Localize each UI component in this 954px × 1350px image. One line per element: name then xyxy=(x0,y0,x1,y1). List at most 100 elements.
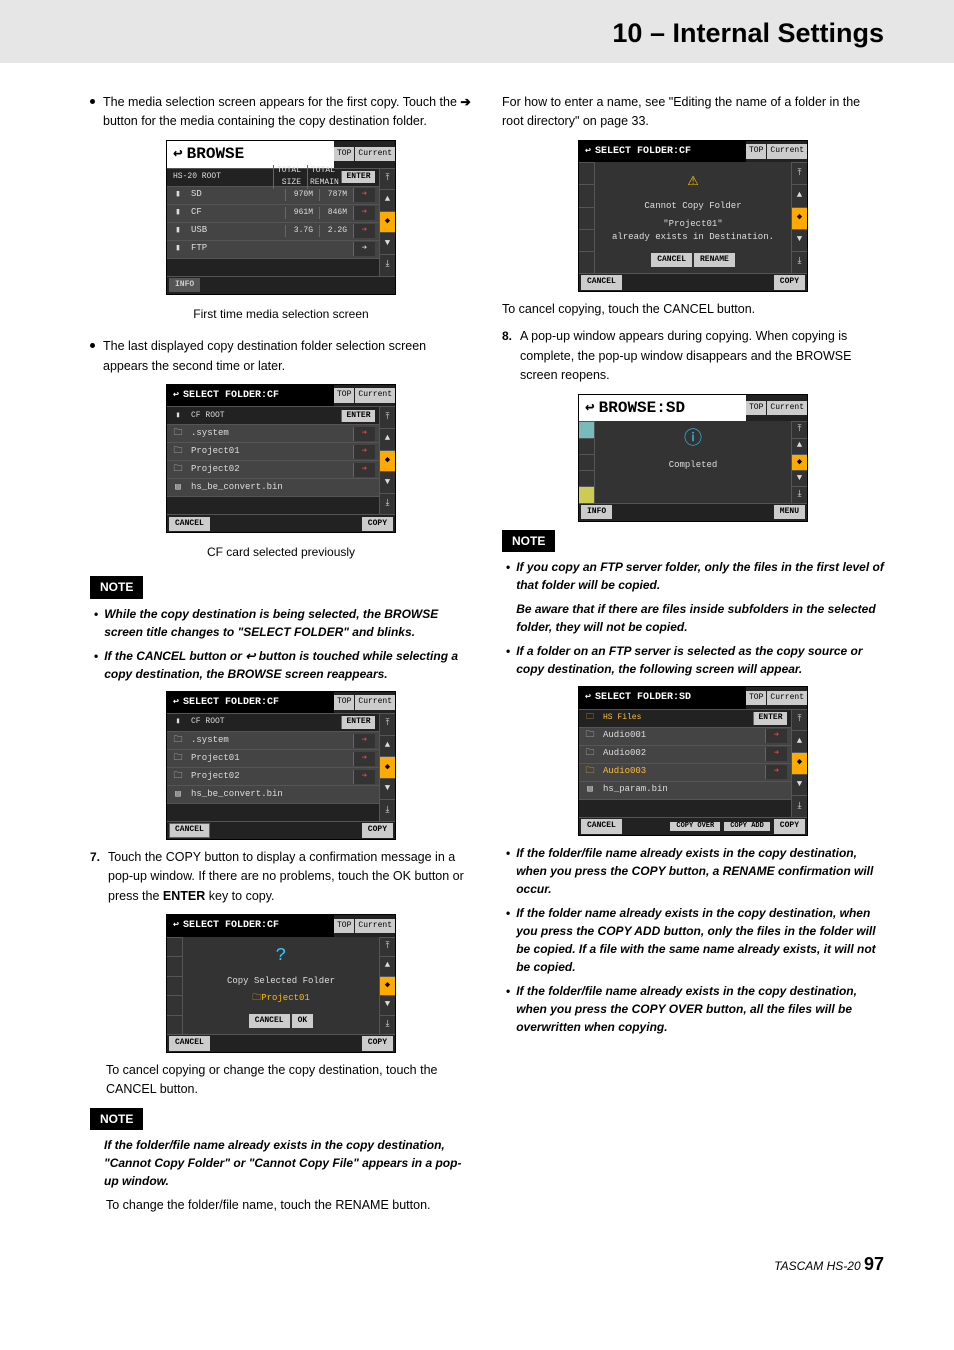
cancel-button[interactable]: CANCEL xyxy=(169,517,210,531)
list-item[interactable]: 🗀.system➔ xyxy=(167,731,379,749)
enter-button[interactable]: ENTER xyxy=(341,716,375,728)
list-item[interactable]: 🗀Project02➔ xyxy=(167,767,379,785)
cancel-button[interactable]: CANCEL xyxy=(169,823,210,837)
screenshot-browse-sd: ↩BROWSE:SD TOP Current ⓘ Completed ⤒▲◆▼⤓… xyxy=(578,394,808,522)
info-icon: ⓘ xyxy=(684,427,702,455)
top-tab[interactable]: TOP xyxy=(334,388,354,402)
back-arrow-icon: ↩ xyxy=(245,649,255,663)
current-tab[interactable]: Current xyxy=(767,691,807,705)
list-header: 🗀HS FilesENTER xyxy=(579,709,791,727)
list-item-selected[interactable]: 🗀Audio003➔ xyxy=(579,763,791,781)
list-item[interactable]: 🗀Project01➔ xyxy=(167,749,379,767)
ok-button[interactable]: OK xyxy=(292,1014,314,1028)
scroll-thumb: ◆ xyxy=(380,211,395,233)
scrollbar[interactable]: ⤒▲◆▼⤓ xyxy=(379,168,395,276)
top-tab[interactable]: TOP xyxy=(334,695,354,709)
list-item[interactable]: ▤hs_param.bin xyxy=(579,781,791,799)
folder-icon: 🗀 xyxy=(171,427,185,441)
list-item[interactable]: ▮CF961M846M➔ xyxy=(167,204,379,222)
top-tab[interactable]: TOP xyxy=(334,919,354,933)
top-tab[interactable]: TOP xyxy=(746,401,766,415)
note-label: NOTE xyxy=(90,576,143,599)
current-tab[interactable]: Current xyxy=(767,144,807,158)
current-tab[interactable]: Current xyxy=(355,147,395,161)
body-text: To cancel copying, touch the CANCEL butt… xyxy=(502,300,884,319)
info-button[interactable]: INFO xyxy=(581,505,612,519)
list-item[interactable]: 🗀Audio002➔ xyxy=(579,745,791,763)
popup: ⓘ Completed xyxy=(595,421,791,502)
scrollbar[interactable]: ⤒▲◆▼⤓ xyxy=(791,162,807,273)
info-button[interactable]: INFO xyxy=(169,278,200,292)
copy-button[interactable]: COPY xyxy=(362,823,393,837)
note-item: • If you copy an FTP server folder, only… xyxy=(506,558,884,636)
scrollbar[interactable]: ⤒▲◆▼⤓ xyxy=(379,937,395,1034)
screen-title: ↩BROWSE:SD xyxy=(579,395,746,422)
scrollbar[interactable]: ⤒▲◆▼⤓ xyxy=(791,421,807,502)
back-arrow-icon: ↩ xyxy=(173,388,179,404)
enter-button[interactable]: ENTER xyxy=(753,712,787,724)
copy-button[interactable]: COPY xyxy=(774,819,805,833)
body-text: Touch the COPY button to display a confi… xyxy=(108,848,472,906)
body-text: For how to enter a name, see "Editing th… xyxy=(502,93,884,132)
body-text: To cancel copying or change the copy des… xyxy=(90,1061,472,1100)
top-tab[interactable]: TOP xyxy=(746,691,766,705)
list-item[interactable]: 🗀.system➔ xyxy=(167,424,379,442)
screen-title: ↩SELECT FOLDER:SD xyxy=(579,687,746,709)
list-item[interactable]: 🗀Project01➔ xyxy=(167,442,379,460)
screenshot-select-cf-cancel: ↩SELECT FOLDER:CF TOP Current ▮CF ROOTEN… xyxy=(166,691,396,841)
cf-icon: ▮ xyxy=(171,410,185,422)
note-item: •If the folder/file name already exists … xyxy=(506,844,884,898)
copy-button[interactable]: COPY xyxy=(362,1036,393,1050)
folder-icon: 🗀 xyxy=(583,712,597,724)
top-tab[interactable]: TOP xyxy=(746,144,766,158)
enter-arrow-icon[interactable]: ➔ xyxy=(353,224,375,238)
list-item[interactable]: ▮FTP➔ xyxy=(167,240,379,258)
ftp-icon: ▮ xyxy=(171,242,185,256)
screen-title: ↩SELECT FOLDER:CF xyxy=(167,692,334,714)
list-item[interactable]: ▤hs_be_convert.bin xyxy=(167,478,379,496)
enter-button[interactable]: ENTER xyxy=(341,410,375,422)
copy-over-button[interactable]: COPY OVER xyxy=(670,822,720,831)
side-list xyxy=(167,937,183,1034)
note-item: •If the folder name already exists in th… xyxy=(506,904,884,976)
page-footer: TASCAM HS-20 97 xyxy=(0,1224,954,1275)
list-item[interactable]: ▤hs_be_convert.bin xyxy=(167,785,379,803)
page-number: 97 xyxy=(864,1254,884,1274)
cancel-button[interactable]: CANCEL xyxy=(651,253,692,267)
right-column: For how to enter a name, see "Editing th… xyxy=(502,93,884,1224)
current-tab[interactable]: Current xyxy=(355,695,395,709)
current-tab[interactable]: Current xyxy=(355,919,395,933)
usb-icon: ▮ xyxy=(171,224,185,238)
copy-add-button[interactable]: COPY ADD xyxy=(724,822,770,831)
current-tab[interactable]: Current xyxy=(355,388,395,402)
enter-arrow-icon[interactable]: ➔ xyxy=(353,206,375,220)
list-item[interactable]: ▮SD970M787M➔ xyxy=(167,186,379,204)
scroll-bottom-icon: ⤓ xyxy=(380,254,395,276)
scrollbar[interactable]: ⤒▲◆▼⤓ xyxy=(379,713,395,821)
cancel-button[interactable]: CANCEL xyxy=(249,1014,290,1028)
top-tab[interactable]: TOP xyxy=(334,147,354,161)
cancel-button[interactable]: CANCEL xyxy=(581,275,622,289)
cancel-button[interactable]: CANCEL xyxy=(581,819,622,833)
bullet-icon xyxy=(90,99,95,104)
enter-button[interactable]: ENTER xyxy=(341,171,375,183)
cf-icon: ▮ xyxy=(171,716,185,728)
cancel-button[interactable]: CANCEL xyxy=(169,1036,210,1050)
list-item[interactable]: 🗀Audio001➔ xyxy=(579,727,791,745)
scrollbar[interactable]: ⤒▲◆▼⤓ xyxy=(379,406,395,514)
screen-title: ↩SELECT FOLDER:CF xyxy=(167,915,334,937)
back-arrow-icon: ↩ xyxy=(585,396,595,421)
enter-arrow-icon[interactable]: ➔ xyxy=(353,242,375,256)
rename-button[interactable]: RENAME xyxy=(694,253,735,267)
cf-icon: ▮ xyxy=(171,206,185,220)
list-item[interactable]: ▮USB3.7G2.2G➔ xyxy=(167,222,379,240)
menu-button[interactable]: MENU xyxy=(774,505,805,519)
current-tab[interactable]: Current xyxy=(767,401,807,415)
scrollbar[interactable]: ⤒▲◆▼⤓ xyxy=(791,709,807,817)
copy-button[interactable]: COPY xyxy=(362,517,393,531)
note-item: If the folder/file name already exists i… xyxy=(104,1136,472,1190)
copy-button[interactable]: COPY xyxy=(774,275,805,289)
list-item[interactable]: 🗀Project02➔ xyxy=(167,460,379,478)
left-column: The media selection screen appears for t… xyxy=(90,93,472,1224)
enter-arrow-icon[interactable]: ➔ xyxy=(353,188,375,202)
